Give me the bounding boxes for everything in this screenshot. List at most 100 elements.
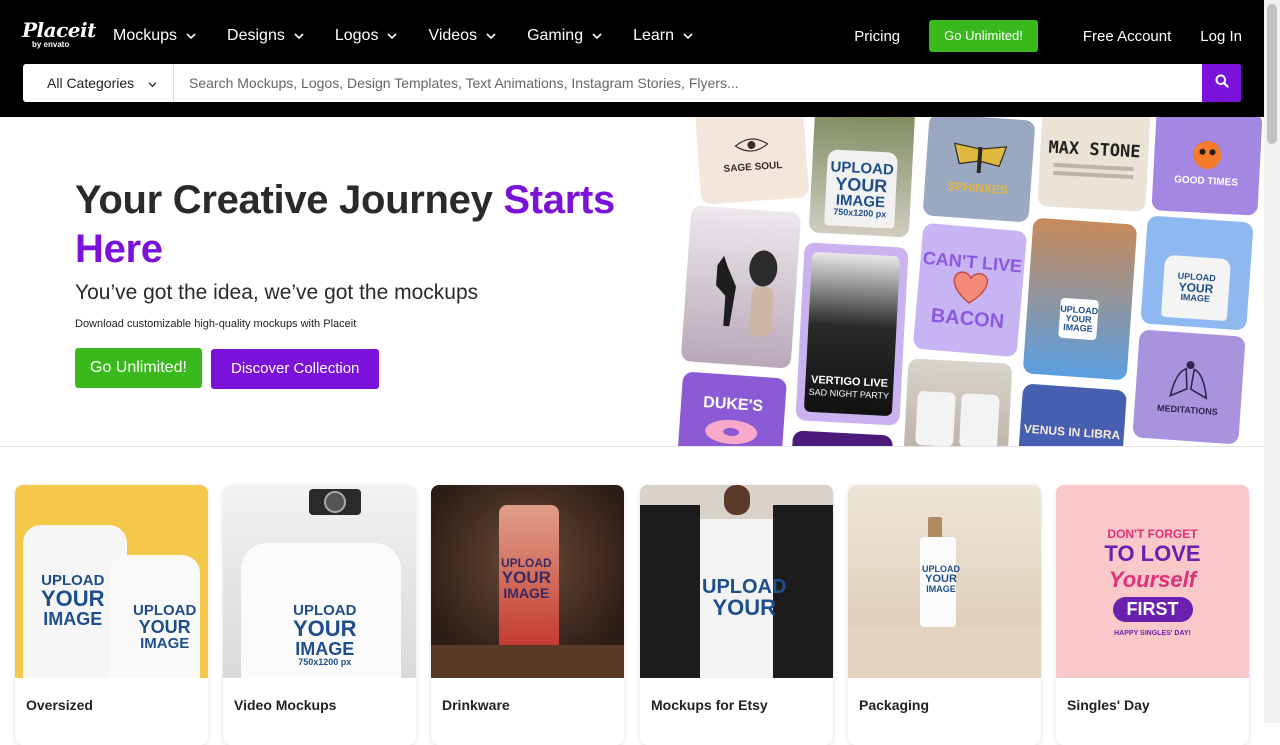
category-card-singles-day[interactable]: DON'T FORGET TO LOVE Yourself FIRST HAPP… — [1056, 485, 1249, 745]
pricing-link[interactable]: Pricing — [854, 28, 900, 45]
upload-placeholder: UPLOAD YOUR IMAGE — [922, 565, 960, 594]
donut-icon — [705, 419, 758, 445]
upload-placeholder: UPLOAD YOUR — [702, 577, 786, 619]
eye-icon — [733, 131, 771, 162]
collage-text-venus: VENUS IN LIBRA — [1023, 421, 1121, 443]
upload-text: UPLOAD — [133, 602, 197, 619]
scrollbar-thumb[interactable] — [1267, 4, 1277, 144]
collage-tile-tshirt-model[interactable]: UPLOAD YOUR IMAGE 750x1200 px — [808, 117, 916, 238]
collage-tile-max-stone[interactable]: MAX STONE — [1037, 117, 1151, 212]
chevron-down-icon — [592, 24, 602, 48]
hero-go-unlimited-button[interactable]: Go Unlimited! — [75, 348, 202, 388]
go-unlimited-button[interactable]: Go Unlimited! — [929, 20, 1038, 52]
nav-item-logos[interactable]: Logos — [335, 24, 398, 48]
category-select-value: All Categories — [47, 75, 135, 91]
main-nav: Mockups Designs Logos Videos Gaming Lear… — [113, 24, 724, 48]
image-text: IMAGE — [1180, 291, 1211, 304]
upload-placeholder: UPLOAD YOUR IMAGE — [133, 603, 196, 651]
top-header: Placeit by envato Mockups Designs Logos … — [0, 0, 1264, 117]
card-label: Singles' Day — [1067, 697, 1150, 713]
model-head — [724, 485, 750, 515]
image-text: IMAGE — [43, 609, 103, 629]
singles-text-first: FIRST — [1112, 596, 1193, 622]
nav-item-designs[interactable]: Designs — [227, 24, 304, 48]
upload-placeholder: UPLOAD YOUR IMAGE 750x1200 px — [293, 603, 357, 667]
jacket-left — [640, 505, 700, 678]
card-image: UPLOAD YOUR IMAGE — [431, 485, 624, 678]
collage-tile-dog-photo[interactable] — [680, 205, 802, 369]
upload-placeholder: UPLOAD YOUR IMAGE — [501, 557, 552, 600]
collage-tile-good-times[interactable]: GOOD TIMES — [1151, 117, 1263, 216]
your-text: YOUR — [138, 617, 191, 637]
your-text: YOUR — [41, 586, 105, 611]
poster-lines — [1053, 170, 1134, 180]
hero-title-main: Your Creative Journey — [75, 178, 504, 222]
image-text: IMAGE — [295, 639, 355, 659]
collage-tile-sphinxes[interactable]: SPHINXES — [922, 117, 1036, 223]
collage-text-good-times: GOOD TIMES — [1173, 173, 1239, 189]
collage-tile-cant-live[interactable]: CAN'T LIVE BACON — [912, 222, 1028, 358]
cartoon-face-icon — [1186, 135, 1228, 176]
category-card-drinkware[interactable]: UPLOAD YOUR IMAGE Drinkware — [431, 485, 624, 745]
nav-item-mockups[interactable]: Mockups — [113, 24, 196, 48]
card-image: UPLOAD YOUR IMAGE 750x1200 px — [223, 485, 416, 678]
hero-description: Download customizable high-quality mocku… — [75, 318, 357, 330]
nav-item-videos[interactable]: Videos — [428, 24, 496, 48]
collage-tile-tshirt-man[interactable]: UPLOAD YOUR IMAGE — [1140, 215, 1254, 331]
nav-item-label: Videos — [428, 27, 478, 44]
search-button[interactable] — [1202, 64, 1241, 102]
card-label: Mockups for Etsy — [651, 697, 768, 713]
chevron-down-icon — [294, 24, 304, 48]
nav-item-label: Logos — [334, 27, 379, 44]
singles-text-happy: HAPPY SINGLES' DAY! — [1114, 629, 1191, 637]
tile-surface — [848, 627, 1041, 678]
card-image: DON'T FORGET TO LOVE Yourself FIRST HAPP… — [1056, 485, 1249, 678]
tshirt-mockup: UPLOAD YOUR IMAGE — [1160, 254, 1232, 322]
hoodie-right — [959, 393, 1000, 446]
login-link[interactable]: Log In — [1200, 28, 1242, 45]
nav-item-gaming[interactable]: Gaming — [527, 24, 602, 48]
category-card-mockups-for-etsy[interactable]: UPLOAD YOUR Mockups for Etsy — [640, 485, 833, 745]
collage-tile-mug-model[interactable]: UPLOAD YOUR IMAGE — [1022, 217, 1138, 381]
collage-tile-venus-libra[interactable]: VENUS IN LIBRA — [1016, 383, 1128, 446]
hero-title: Your Creative Journey Starts Here — [75, 176, 675, 274]
collage-tile-meditations[interactable]: MEDITATIONS — [1132, 329, 1246, 445]
tshirt-mockup: UPLOAD YOUR IMAGE 750x1200 px — [824, 149, 898, 229]
free-account-link[interactable]: Free Account — [1083, 28, 1171, 45]
collage-tile-hoodie-couple[interactable] — [903, 358, 1013, 446]
card-image: UPLOAD YOUR — [640, 485, 833, 678]
page-scrollbar[interactable] — [1264, 0, 1280, 723]
category-card-oversized[interactable]: UPLOAD YOUR IMAGE UPLOAD YOUR IMAGE Oversize… — [15, 485, 208, 745]
card-label: Video Mockups — [234, 697, 337, 713]
image-text: IMAGE — [503, 585, 550, 601]
category-cards: UPLOAD YOUR IMAGE UPLOAD YOUR IMAGE Oversize… — [15, 485, 1250, 745]
card-image: UPLOAD YOUR IMAGE — [848, 485, 1041, 678]
upload-placeholder: UPLOAD YOUR IMAGE 750x1200 px — [828, 158, 894, 219]
placeit-logo[interactable]: Placeit by envato — [22, 20, 96, 49]
your-text: YOUR — [712, 595, 776, 620]
collage-tile-dukes[interactable]: DUKE'S — [676, 371, 788, 446]
size-text: 750x1200 px — [298, 657, 352, 667]
collage-tile-purple-strip[interactable] — [791, 430, 893, 446]
wooden-table — [431, 645, 624, 678]
category-card-packaging[interactable]: UPLOAD YOUR IMAGE Packaging — [848, 485, 1041, 745]
search-input[interactable] — [174, 64, 1202, 102]
hoodie-mockups — [915, 390, 1000, 446]
discover-collection-button[interactable]: Discover Collection — [211, 349, 380, 389]
camera-icon — [307, 485, 363, 522]
category-select[interactable]: All Categories — [23, 64, 174, 102]
nav-item-label: Learn — [633, 27, 675, 44]
collage-tile-vertigo-live[interactable]: VERTIGO LIVE SAD NIGHT PARTY — [795, 242, 909, 426]
collage-text-sage-soul: SAGE SOUL — [723, 159, 783, 175]
category-card-video-mockups[interactable]: UPLOAD YOUR IMAGE 750x1200 px Video Mockups — [223, 485, 416, 745]
hero-subtitle: You’ve got the idea, we’ve got the mocku… — [75, 281, 479, 304]
card-label: Drinkware — [442, 697, 510, 713]
poster-lines — [1053, 162, 1134, 172]
card-label: Oversized — [26, 697, 93, 713]
collage-text-sphinxes: SPHINXES — [946, 178, 1009, 197]
hero-section: Your Creative Journey Starts Here You’ve… — [0, 117, 1264, 447]
card-label: Packaging — [859, 697, 930, 713]
collage-tile-sage-soul[interactable]: SAGE SOUL — [694, 117, 810, 205]
image-text: IMAGE — [1062, 321, 1094, 334]
nav-item-learn[interactable]: Learn — [633, 24, 693, 48]
